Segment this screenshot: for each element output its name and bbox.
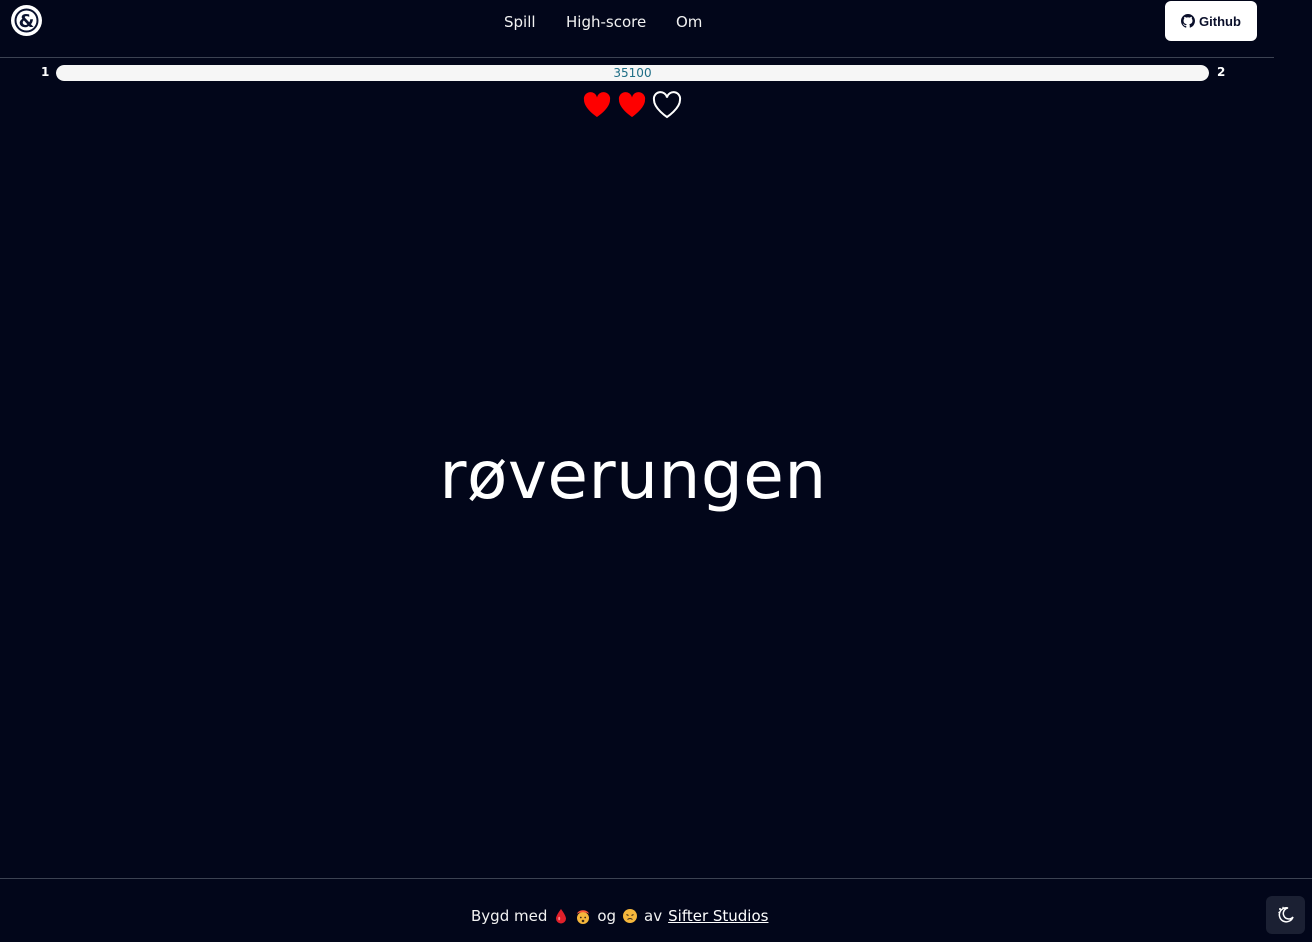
main-nav: Spill High-score Om (0, 12, 1274, 32)
heart-full-icon (583, 92, 611, 117)
by-text: av (644, 907, 663, 925)
github-label: Github (1199, 13, 1241, 29)
built-with-text: Bygd med (471, 907, 548, 925)
lives-indicator (581, 89, 683, 123)
studio-link[interactable]: Sifter Studios (668, 905, 768, 927)
github-button[interactable]: Github (1165, 1, 1257, 41)
score-progress-bar: 35100 (56, 65, 1209, 81)
moon-stars-icon (1277, 906, 1294, 923)
footer-credit: Bygd med og av Sifter Studios (471, 905, 768, 927)
score-value: 35100 (613, 66, 652, 80)
nav-link-spill[interactable]: Spill (504, 12, 536, 32)
heart-empty-icon (652, 91, 682, 119)
theme-toggle-button[interactable] (1266, 896, 1305, 934)
and-text: og (597, 907, 617, 925)
current-level-label: 1 (41, 65, 50, 79)
tired-face-icon (623, 909, 638, 923)
site-footer: Bygd med og av Sifter Studios (0, 878, 1312, 942)
site-header: & Spill High-score Om Github (0, 0, 1274, 58)
nav-link-high-score[interactable]: High-score (566, 12, 646, 32)
blood-drop-icon (556, 909, 567, 924)
page: & Spill High-score Om Github 1 35100 2 r… (0, 0, 1312, 942)
heart-full-icon (618, 92, 646, 117)
github-icon (1181, 14, 1196, 28)
nav-link-om[interactable]: Om (676, 12, 702, 32)
next-level-label: 2 (1217, 65, 1226, 79)
exploding-head-icon (577, 910, 590, 924)
current-word: røverungen (439, 437, 827, 514)
